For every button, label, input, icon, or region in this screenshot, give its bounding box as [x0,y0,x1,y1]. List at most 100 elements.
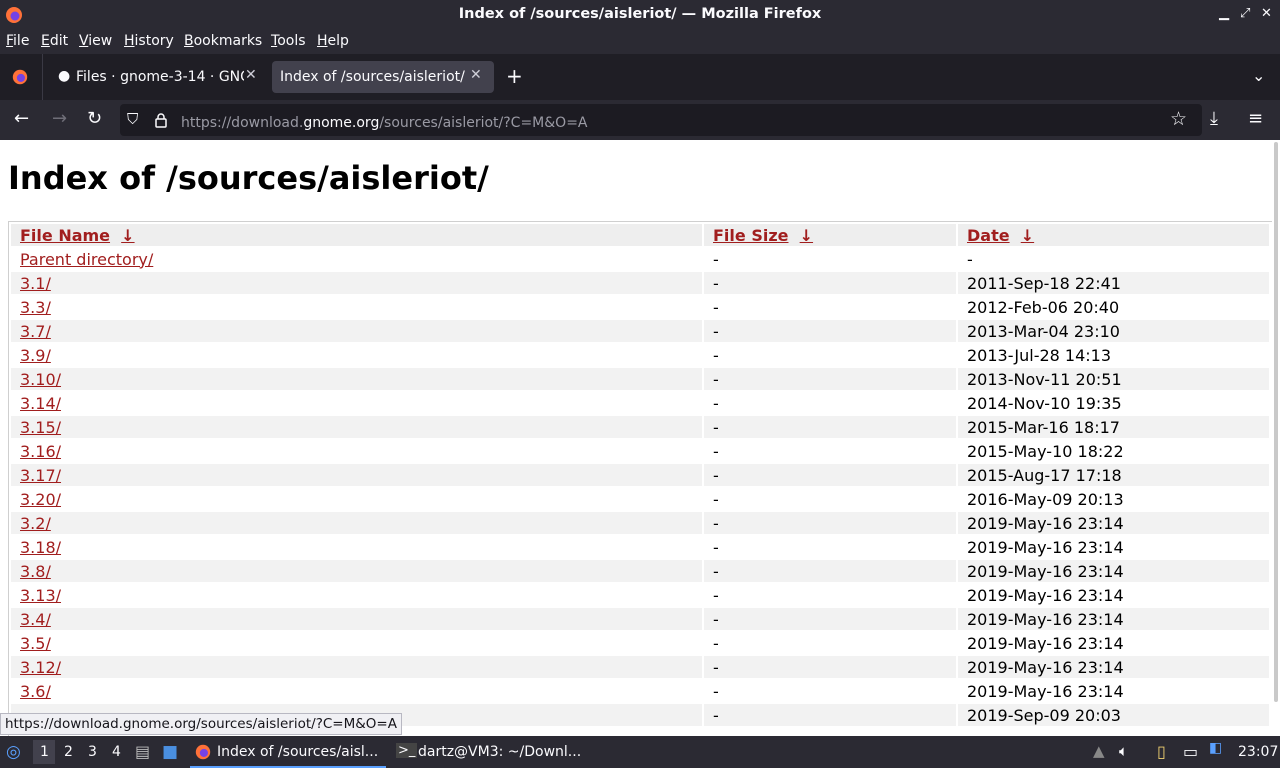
file-name-cell: 3.13/ [11,584,702,606]
header-file-name: File Name ↓ [11,224,702,246]
date-cell: 2019-May-16 23:14 [958,560,1269,582]
file-size-cell: - [713,297,719,317]
tab-index-aisleriot[interactable]: Index of /sources/aisleriot/ ✕ [272,61,494,93]
file-size-cell: - [713,441,719,461]
file-listing: File Name ↓ File Size ↓ Date ↓ Parent di… [8,221,1272,736]
sort-by-size-link[interactable]: File Size [713,226,789,245]
sort-date-arrow[interactable]: ↓ [1021,226,1034,245]
workspace-3[interactable]: 3 [88,744,97,760]
show-desktop-icon[interactable]: ■ [162,742,178,762]
url-text[interactable]: https://download.gnome.org/sources/aisle… [181,115,588,131]
table-row: 3.1/ -2011-Sep-18 22:41 [11,272,1269,294]
directory-link[interactable]: 3.1/ [20,274,51,293]
taskbar-window-terminal[interactable]: >_ dartz@VM3: ~/Downl... [392,736,592,768]
taskbar-window-label: Index of /sources/aisl... [217,744,379,760]
list-all-tabs-icon[interactable]: ⌄ [1252,66,1265,85]
taskbar-window-firefox[interactable]: Index of /sources/aisl... [190,736,386,768]
table-row: 3.5/ - 2019-May-16 23:14 [11,632,1269,654]
file-name-cell: 3.8/ [11,560,702,582]
file-name-cell: 3.17/ [11,464,702,486]
directory-link[interactable]: 3.16/ [20,442,61,461]
workspace-1[interactable]: 1 [40,744,49,760]
directory-link[interactable]: 3.8/ [20,562,51,581]
date-cell: 2019-May-16 23:14 [967,585,1124,605]
directory-link[interactable]: 3.12/ [20,658,61,677]
date-cell: 2019-May-16 23:14 [967,633,1124,653]
menu-view[interactable]: View [79,33,112,49]
directory-link[interactable]: 3.3/ [20,298,51,317]
menu-bookmarks[interactable]: Bookmarks [184,33,262,49]
file-manager-icon[interactable]: ▤ [135,742,150,761]
clock: 23:07 [1238,744,1279,760]
directory-link[interactable]: 3.2/ [20,514,51,533]
forward-icon[interactable]: → [52,108,67,129]
vertical-scrollbar[interactable] [1274,142,1278,702]
directory-link[interactable]: 3.14/ [20,394,61,413]
bookmark-star-icon[interactable]: ☆ [1170,108,1187,130]
date-cell: 2013-Jul-28 14:13 [967,345,1112,365]
sort-by-name-link[interactable]: File Name [20,226,110,245]
tray-indicator-icon[interactable]: ▲ [1093,742,1105,760]
volume-icon[interactable]: 🔈︎ [1119,742,1128,760]
reload-icon[interactable]: ↻ [87,108,102,129]
taskbar-window-label: dartz@VM3: ~/Downl... [418,744,582,760]
directory-link[interactable]: 3.10/ [20,370,61,389]
directory-link[interactable]: 3.4/ [20,610,51,629]
tab-label: Index of /sources/aisleriot/ [280,69,465,85]
firefox-view-icon[interactable] [11,68,29,86]
minimize-icon[interactable]: ▁ [1219,6,1229,21]
file-name-cell: 3.5/ [11,632,702,654]
tab-files-gnome[interactable]: ● Files · gnome-3-14 · GNO ✕ [50,61,266,93]
date-cell: 2019-Sep-09 20:03 [958,704,1269,726]
menu-file[interactable]: File [6,33,29,49]
file-name-cell: 3.16/ [11,440,702,462]
url-bar[interactable]: ⛉ https://download.gnome.org/sources/ais… [120,104,1202,136]
downloads-icon[interactable]: ⤓ [1210,108,1218,129]
directory-link[interactable]: 3.13/ [20,586,61,605]
date-cell: 2015-May-10 18:22 [967,441,1124,461]
workspace-4[interactable]: 4 [112,744,121,760]
menu-help[interactable]: Help [317,33,349,49]
header-file-size: File Size ↓ [704,224,956,246]
start-menu-icon[interactable]: ◎ [6,742,21,762]
directory-link[interactable]: 3.9/ [20,346,51,365]
file-size-cell: - [704,320,956,342]
lock-icon[interactable] [155,113,167,128]
menu-edit[interactable]: Edit [41,33,68,49]
close-window-icon[interactable]: ✕ [1261,6,1272,21]
menu-tools[interactable]: Tools [271,33,306,49]
date-cell: 2014-Nov-10 19:35 [967,393,1122,413]
close-tab-icon[interactable]: ✕ [245,67,257,83]
taskbar: ◎ 1 2 3 4 ▤ ■ Index of /sources/aisl... … [0,736,1280,768]
file-name-cell: 3.12/ [11,656,702,678]
close-tab-icon[interactable]: ✕ [470,67,482,83]
new-tab-icon[interactable]: + [506,64,523,88]
file-name-cell: 3.6/ [11,680,702,702]
notification-icon[interactable]: ◧ [1209,740,1222,756]
date-cell: 2019-May-16 23:14 [967,681,1124,701]
directory-link[interactable]: 3.17/ [20,466,61,485]
parent-directory-link[interactable]: Parent directory/ [20,250,153,269]
page-content: Index of /sources/aisleriot/ File Name ↓… [0,140,1272,736]
workspace-2[interactable]: 2 [64,744,73,760]
sort-name-arrow[interactable]: ↓ [121,226,134,245]
directory-link[interactable]: 3.15/ [20,418,61,437]
tracking-protection-icon[interactable]: ⛉ [127,110,138,128]
clipboard-icon[interactable]: ▯ [1157,742,1166,761]
sort-size-arrow[interactable]: ↓ [800,226,813,245]
menu-history[interactable]: History [124,33,174,49]
directory-link[interactable]: 3.6/ [20,682,51,701]
file-size-cell: - [713,633,719,653]
directory-link[interactable]: 3.18/ [20,538,61,557]
network-icon[interactable]: ▭ [1183,742,1198,761]
file-size-cell: - [713,249,719,269]
url-host: gnome.org [303,115,380,131]
sort-by-date-link[interactable]: Date [967,226,1010,245]
table-row: 3.8/ -2019-May-16 23:14 [11,560,1269,582]
directory-link[interactable]: 3.5/ [20,634,51,653]
menu-icon[interactable]: ≡ [1248,108,1263,129]
back-icon[interactable]: ← [14,108,29,129]
directory-link[interactable]: 3.20/ [20,490,61,509]
restore-icon[interactable]: ⤢ [1240,6,1250,21]
directory-link[interactable]: 3.7/ [20,322,51,341]
